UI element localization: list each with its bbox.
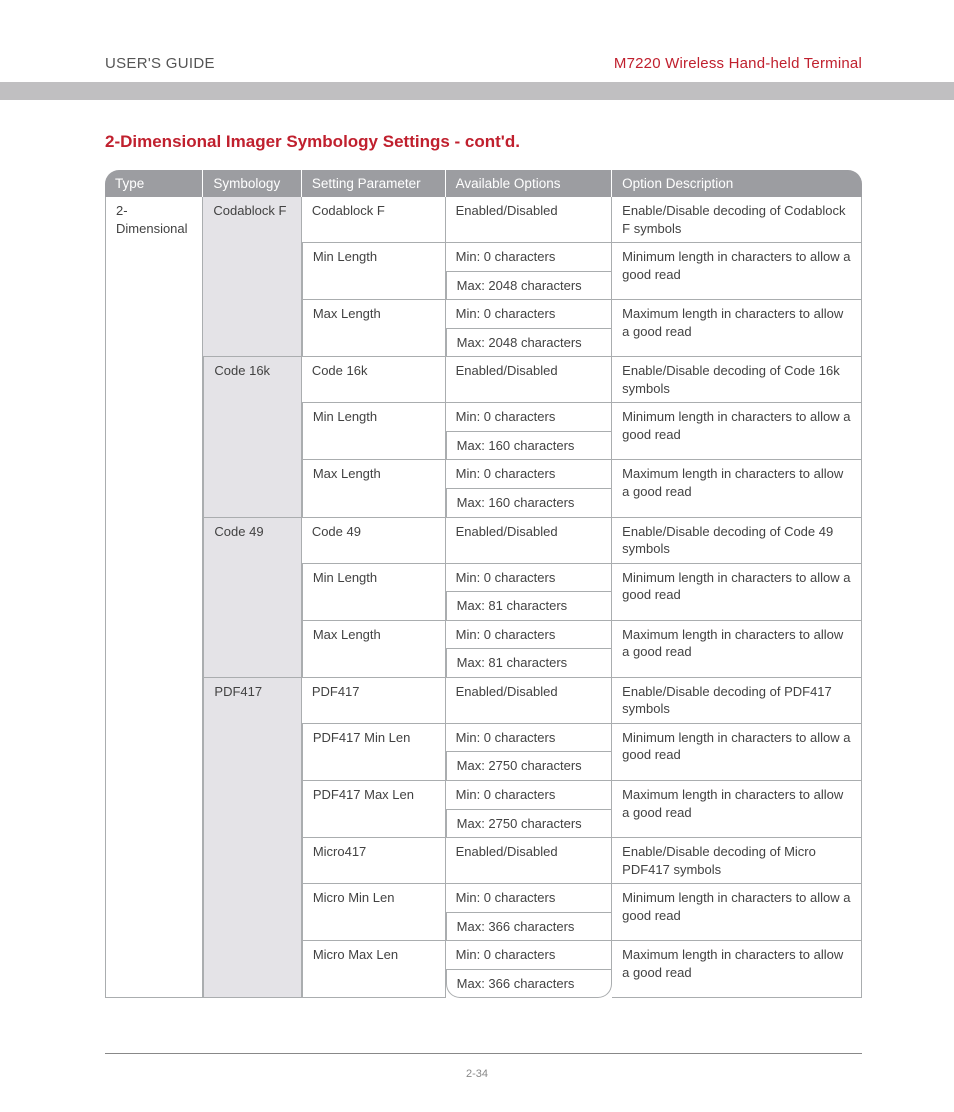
cell-option: Max: 2750 characters xyxy=(446,752,613,781)
cell-setting-parameter: Min Length xyxy=(302,564,446,621)
cell-option: Min: 0 characters xyxy=(446,564,613,593)
cell-description: Minimum length in characters to allow a … xyxy=(612,884,862,941)
cell-option: Max: 366 characters xyxy=(446,970,613,999)
table-row: 2-DimensionalCodablock FCodablock FEnabl… xyxy=(105,197,862,243)
cell-setting-parameter: Max Length xyxy=(302,621,446,678)
table-row: PDF417PDF417Enabled/DisabledEnable/Disab… xyxy=(105,678,862,724)
cell-description: Maximum length in characters to allow a … xyxy=(612,621,862,678)
cell-description: Enable/Disable decoding of PDF417 symbol… xyxy=(612,678,862,724)
cell-option: Max: 2048 characters xyxy=(446,272,613,301)
table-row: Code 16kCode 16kEnabled/DisabledEnable/D… xyxy=(105,357,862,403)
cell-description: Enable/Disable decoding of Micro PDF417 … xyxy=(612,838,862,884)
cell-description: Minimum length in characters to allow a … xyxy=(612,243,862,300)
cell-option: Max: 160 characters xyxy=(446,489,613,518)
cell-option: Min: 0 characters xyxy=(446,460,613,489)
settings-table: Type Symbology Setting Parameter Availab… xyxy=(105,170,862,998)
header-right: M7220 Wireless Hand-held Terminal xyxy=(614,55,862,72)
section-title: 2-Dimensional Imager Symbology Settings … xyxy=(0,100,954,170)
table-header-row: Type Symbology Setting Parameter Availab… xyxy=(105,170,862,197)
cell-option: Min: 0 characters xyxy=(446,781,613,810)
cell-setting-parameter: Max Length xyxy=(302,300,446,357)
col-header-symbology: Symbology xyxy=(203,170,301,197)
cell-description: Maximum length in characters to allow a … xyxy=(612,300,862,357)
cell-setting-parameter: Codablock F xyxy=(302,197,446,243)
cell-setting-parameter: Min Length xyxy=(302,243,446,300)
cell-option: Min: 0 characters xyxy=(446,884,613,913)
cell-setting-parameter: Min Length xyxy=(302,403,446,460)
cell-setting-parameter: Code 49 xyxy=(302,518,446,564)
cell-option: Min: 0 characters xyxy=(446,403,613,432)
cell-symbology: PDF417 xyxy=(203,678,301,999)
cell-option: Min: 0 characters xyxy=(446,243,613,272)
cell-option: Max: 81 characters xyxy=(446,592,613,621)
cell-description: Minimum length in characters to allow a … xyxy=(612,403,862,460)
page-number: 2-34 xyxy=(0,1068,954,1080)
cell-setting-parameter: Max Length xyxy=(302,460,446,517)
header-left: USER'S GUIDE xyxy=(105,55,215,72)
cell-option: Max: 160 characters xyxy=(446,432,613,461)
cell-setting-parameter: Micro417 xyxy=(302,838,446,884)
cell-option: Enabled/Disabled xyxy=(446,838,613,884)
cell-description: Enable/Disable decoding of Code 16k symb… xyxy=(612,357,862,403)
cell-symbology: Code 16k xyxy=(203,357,301,517)
cell-description: Maximum length in characters to allow a … xyxy=(612,941,862,998)
settings-table-container: Type Symbology Setting Parameter Availab… xyxy=(0,170,954,998)
cell-option: Max: 366 characters xyxy=(446,913,613,942)
cell-option: Max: 2750 characters xyxy=(446,810,613,839)
cell-symbology: Code 49 xyxy=(203,518,301,678)
col-header-description: Option Description xyxy=(612,170,862,197)
cell-option: Min: 0 characters xyxy=(446,724,613,753)
cell-option: Enabled/Disabled xyxy=(446,197,613,243)
cell-setting-parameter: PDF417 Max Len xyxy=(302,781,446,838)
col-header-setting: Setting Parameter xyxy=(302,170,446,197)
cell-setting-parameter: Micro Max Len xyxy=(302,941,446,998)
col-header-options: Available Options xyxy=(446,170,613,197)
cell-description: Maximum length in characters to allow a … xyxy=(612,460,862,517)
cell-description: Minimum length in characters to allow a … xyxy=(612,724,862,781)
header-divider-bar xyxy=(0,82,954,100)
cell-setting-parameter: PDF417 xyxy=(302,678,446,724)
cell-setting-parameter: Code 16k xyxy=(302,357,446,403)
cell-setting-parameter: PDF417 Min Len xyxy=(302,724,446,781)
cell-setting-parameter: Micro Min Len xyxy=(302,884,446,941)
cell-option: Enabled/Disabled xyxy=(446,518,613,564)
cell-option: Min: 0 characters xyxy=(446,621,613,650)
table-row: Code 49Code 49Enabled/DisabledEnable/Dis… xyxy=(105,518,862,564)
cell-description: Maximum length in characters to allow a … xyxy=(612,781,862,838)
cell-description: Enable/Disable decoding of Codablock F s… xyxy=(612,197,862,243)
cell-option: Max: 81 characters xyxy=(446,649,613,678)
cell-option: Enabled/Disabled xyxy=(446,678,613,724)
footer-rule xyxy=(105,1053,862,1054)
cell-option: Max: 2048 characters xyxy=(446,329,613,358)
cell-description: Minimum length in characters to allow a … xyxy=(612,564,862,621)
cell-option: Min: 0 characters xyxy=(446,941,613,970)
cell-option: Min: 0 characters xyxy=(446,300,613,329)
cell-type: 2-Dimensional xyxy=(105,197,203,998)
col-header-type: Type xyxy=(105,170,203,197)
cell-option: Enabled/Disabled xyxy=(446,357,613,403)
cell-symbology: Codablock F xyxy=(203,197,301,357)
cell-description: Enable/Disable decoding of Code 49 symbo… xyxy=(612,518,862,564)
page-header: USER'S GUIDE M7220 Wireless Hand-held Te… xyxy=(0,0,954,82)
